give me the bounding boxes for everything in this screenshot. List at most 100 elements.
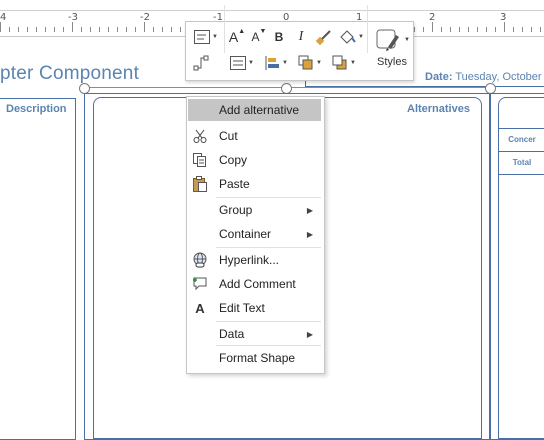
text-block-icon: [194, 30, 211, 44]
text-block-button[interactable]: ▼: [191, 27, 221, 47]
connector-button[interactable]: [191, 53, 211, 73]
menu-item-group[interactable]: Group ▶: [188, 199, 321, 221]
menu-item-edit-text[interactable]: A Edit Text: [188, 297, 321, 319]
menu-item-add-comment[interactable]: Add Comment: [188, 273, 321, 295]
chevron-down-icon: ▼: [282, 60, 288, 66]
ruler-tick: [423, 27, 424, 32]
chevron-right-icon: ▶: [306, 205, 313, 215]
menu-item-label: Cut: [219, 129, 238, 143]
ruler-tick: [459, 27, 460, 32]
ruler-tick: [144, 22, 145, 32]
diagram-title[interactable]: pter Component: [0, 63, 139, 85]
toolbar-separator: [367, 5, 368, 53]
menu-item-label: Edit Text: [219, 301, 265, 315]
menu-item-hyperlink[interactable]: Hyperlink...: [188, 249, 321, 271]
bold-icon: B: [274, 30, 284, 44]
chevron-down-icon: ▼: [404, 37, 410, 43]
ruler-tick: [108, 27, 109, 32]
menu-item-data[interactable]: Data ▶: [188, 323, 321, 345]
date-value: Tuesday, October: [455, 71, 542, 83]
ruler-tick: [81, 27, 82, 32]
menu-item-cut[interactable]: Cut: [188, 125, 321, 147]
chevron-down-icon: ▼: [350, 60, 356, 66]
menu-item-format-shape[interactable]: Format Shape: [188, 347, 321, 369]
ruler-tick: [468, 27, 469, 32]
fill-button[interactable]: ▼: [337, 27, 365, 47]
ruler-tick: [477, 27, 478, 32]
menu-item-copy[interactable]: Copy: [188, 149, 321, 171]
ruler-tick: [99, 27, 100, 32]
ruler-tick: [450, 27, 451, 32]
ruler-tick: [18, 27, 19, 32]
menu-item-paste[interactable]: Paste: [188, 173, 321, 195]
menu-item-label: Copy: [219, 153, 248, 167]
italic-button[interactable]: I: [294, 27, 308, 47]
description-label: Description: [6, 103, 67, 115]
ruler-tick: [135, 27, 136, 32]
fill-bucket-icon: [340, 30, 356, 44]
send-backward-button[interactable]: ▼: [330, 53, 358, 73]
ruler-tick: [495, 27, 496, 32]
menu-item-label: Add Comment: [219, 277, 296, 291]
menu-item-label: Group: [219, 203, 253, 217]
mini-table-cell: Total: [499, 151, 544, 175]
scissors-icon: [192, 128, 208, 144]
menu-item-container[interactable]: Container ▶: [188, 223, 321, 245]
menu-item-add-alternative[interactable]: Add alternative: [188, 99, 321, 121]
menu-separator: [216, 345, 321, 346]
ruler-tick: [153, 27, 154, 32]
menu-separator: [216, 321, 321, 322]
copy-icon: [192, 152, 208, 168]
ruler-tick: [504, 22, 505, 32]
styles-button[interactable]: ▼: [374, 26, 410, 54]
chevron-right-icon: ▶: [306, 329, 313, 339]
position-button[interactable]: ▼: [262, 53, 290, 73]
ruler-tick: [180, 27, 181, 32]
font-shrink-button[interactable]: A ▼: [250, 27, 268, 47]
chevron-down-icon: ▼: [248, 60, 254, 66]
format-painter-button[interactable]: [315, 27, 333, 47]
menu-separator: [216, 247, 321, 248]
description-container[interactable]: [0, 98, 76, 440]
align-text-icon: [230, 56, 247, 70]
ruler-tick: [414, 27, 415, 32]
ruler-tick: [36, 27, 37, 32]
ruler-tick: [90, 27, 91, 32]
ruler-tick: [54, 27, 55, 32]
ruler-tick: [162, 27, 163, 32]
ruler-tick: [486, 27, 487, 32]
font-grow-icon: A: [228, 29, 239, 45]
ruler-tick: [63, 27, 64, 32]
toolbar-separator: [224, 5, 225, 53]
ruler-tick: [72, 22, 73, 32]
chevron-down-icon: ▼: [212, 34, 218, 40]
edit-text-icon: A: [195, 300, 205, 316]
alternatives-label: Alternatives: [407, 103, 470, 115]
bold-button[interactable]: B: [272, 27, 286, 47]
ruler-tick: [432, 22, 433, 32]
menu-item-label: Data: [219, 327, 245, 341]
chevron-right-icon: ▶: [306, 229, 313, 239]
position-icon: [265, 56, 280, 70]
italic-icon: I: [298, 29, 304, 44]
styles-label: Styles: [377, 56, 407, 68]
menu-item-label: Format Shape: [219, 351, 296, 365]
chevron-down-icon: ▼: [358, 34, 364, 40]
menu-item-label: Paste: [219, 177, 250, 191]
font-grow-button[interactable]: A ▲: [228, 27, 246, 47]
clipboard-icon: [192, 176, 208, 192]
ruler-tick: [531, 27, 532, 32]
date-label: Date:: [425, 71, 453, 83]
align-button[interactable]: ▼: [228, 53, 256, 73]
hyperlink-icon: [192, 252, 208, 268]
ruler-tick: [117, 27, 118, 32]
font-shrink-icon: A: [251, 30, 260, 44]
ruler-tick: [540, 27, 541, 32]
chevron-down-icon: ▼: [316, 60, 322, 66]
ruler-tick: [0, 22, 1, 32]
date-field[interactable]: Date: Tuesday, October: [425, 71, 542, 83]
ruler-tick: [126, 27, 127, 32]
ruler-tick: [9, 27, 10, 32]
comment-icon: [192, 276, 208, 292]
bring-forward-button[interactable]: ▼: [296, 53, 324, 73]
